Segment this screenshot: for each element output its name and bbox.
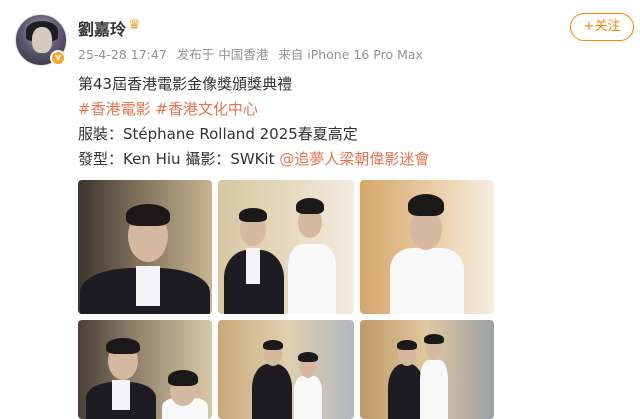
photo-thumbnail[interactable] [360, 180, 494, 314]
post-credits-line: 發型：Ken Hiu 攝影：SWKit @追夢人梁朝偉影迷會 [78, 147, 618, 172]
crown-icon: ♛ [128, 17, 141, 33]
post-date: 25-4-28 17:47 [78, 47, 167, 62]
follow-button[interactable]: +关注 [570, 13, 634, 41]
photo-thumbnail[interactable] [360, 320, 494, 419]
photo-thumbnail[interactable] [218, 320, 354, 419]
mention-link[interactable]: @追夢人梁朝偉影迷會 [279, 150, 429, 168]
post-device: 来自 iPhone 16 Pro Max [278, 47, 423, 62]
user-name[interactable]: 劉嘉玲 [78, 16, 126, 40]
photo-thumbnail[interactable] [78, 320, 212, 419]
hashtag-link[interactable]: #香港電影 [78, 100, 151, 118]
post-location: 发布于 中国香港 [176, 47, 269, 62]
post-tags-line: #香港電影 #香港文化中心 [78, 97, 618, 122]
hashtag-link[interactable]: #香港文化中心 [155, 100, 258, 118]
post-costume-line: 服裝：Stéphane Rolland 2025春夏高定 [78, 125, 358, 143]
post-meta: 25-4-28 17:47 发布于 中国香港 来自 iPhone 16 Pro … [78, 44, 429, 63]
photo-thumbnail[interactable] [218, 180, 354, 314]
avatar-face [32, 27, 52, 53]
credits-text: 發型：Ken Hiu 攝影：SWKit [78, 150, 275, 168]
photo-thumbnail[interactable] [78, 180, 212, 314]
verified-badge-icon: v [50, 50, 66, 66]
post-content: 第43屆香港電影金像獎頒獎典禮 #香港電影 #香港文化中心 服裝：Stéphan… [78, 72, 618, 172]
post-title-line: 第43屆香港電影金像獎頒獎典禮 [78, 75, 293, 93]
